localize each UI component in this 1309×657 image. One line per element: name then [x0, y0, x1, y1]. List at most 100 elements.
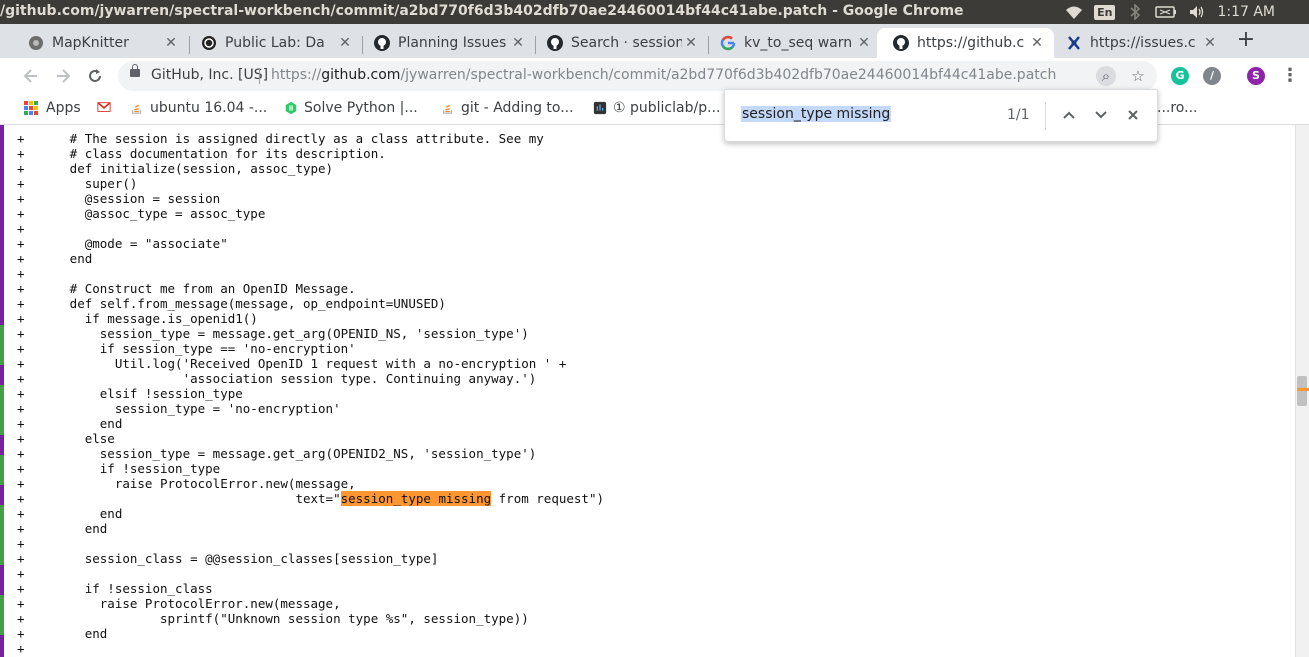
find-previous-button[interactable] — [1058, 104, 1080, 126]
bookmark-ubuntu[interactable]: ubuntu 16.04 -... — [130, 100, 267, 116]
github-icon — [893, 35, 909, 51]
code-line: + elsif !session_type — [17, 386, 243, 401]
bookmark-star-icon[interactable]: ☆ — [1128, 66, 1148, 86]
battery-icon[interactable] — [1155, 4, 1177, 20]
tab-publiclab[interactable]: Public Lab: Da ✕ — [185, 28, 362, 58]
bookmark-solve-python[interactable]: Solve Python |... — [284, 100, 418, 116]
tab-search-session[interactable]: Search · session ✕ — [531, 28, 708, 58]
code-line: + session_class = @@session_classes[sess… — [17, 551, 439, 566]
code-line: + @session = session — [17, 191, 221, 206]
arrow-right-icon — [57, 69, 71, 83]
volume-icon[interactable] — [1188, 4, 1206, 20]
left-window-edge — [0, 125, 4, 657]
code-line: + # The session is assigned directly as … — [17, 131, 544, 146]
code-line: + end — [17, 626, 108, 641]
tab-title: Planning Issues — [398, 35, 507, 51]
code-line: + — [17, 266, 25, 281]
bookmark-app-icon — [593, 101, 607, 115]
chevron-down-icon — [1095, 111, 1107, 119]
find-bar: session_type missing 1/1 — [724, 89, 1158, 142]
code-line: + # class documentation for its descript… — [17, 146, 386, 161]
grammarly-extension-icon[interactable]: G — [1171, 67, 1189, 85]
tab-github-patch[interactable]: https://github.c ✕ — [877, 28, 1054, 58]
bluetooth-icon[interactable] — [1126, 4, 1144, 20]
code-line: + def self.from_message(message, op_endp… — [17, 296, 446, 311]
google-icon — [720, 35, 736, 51]
reload-icon — [89, 69, 101, 82]
code-line: + text="session_type missing from reques… — [17, 491, 605, 506]
code-line: + end — [17, 416, 123, 431]
code-line: + if session_type == 'no-encryption' — [17, 341, 356, 356]
url-path: /jywarren/spectral-workbench/commit/a2bd… — [400, 67, 1057, 83]
find-match-highlight: session_type missing — [340, 491, 492, 506]
patch-content: + # The session is assigned directly as … — [0, 125, 1295, 657]
tab-title: MapKnitter — [52, 35, 129, 51]
site-identity[interactable]: GitHub, Inc. [US] — [151, 67, 268, 83]
find-next-button[interactable] — [1090, 104, 1112, 126]
tab-title: kv_to_seq warn — [744, 35, 853, 51]
window-title: /github.com/jywarren/spectral-workbench/… — [0, 3, 964, 19]
forward-button[interactable] — [51, 64, 75, 88]
tab-title: Search · session — [571, 35, 682, 51]
code-line: + if !session_type — [17, 461, 221, 476]
code-line: + end — [17, 251, 93, 266]
profile-avatar[interactable]: S — [1247, 67, 1265, 85]
scrollbar-thumb[interactable] — [1297, 376, 1307, 406]
reload-button[interactable] — [83, 64, 107, 88]
bookmark-gmail[interactable] — [97, 100, 117, 114]
tab-planning-issues[interactable]: Planning Issues ✕ — [358, 28, 535, 58]
close-icon[interactable]: ✕ — [855, 35, 873, 51]
new-tab-button[interactable]: + — [1234, 28, 1258, 52]
tab-issues[interactable]: https://issues.c ✕ — [1050, 28, 1227, 58]
close-icon[interactable]: ✕ — [509, 35, 527, 51]
code-line: + Util.log('Received OpenID 1 request wi… — [17, 356, 567, 371]
apps-grid-icon — [24, 101, 38, 115]
code-line: + — [17, 536, 25, 551]
lock-icon[interactable] — [130, 64, 140, 77]
url-scheme: https:// — [271, 67, 322, 83]
tab-mapknitter[interactable]: MapKnitter ✕ — [12, 28, 188, 58]
keyboard-layout-indicator[interactable]: En — [1094, 4, 1116, 20]
code-line: + end — [17, 506, 123, 521]
code-line: + — [17, 566, 25, 581]
find-separator — [1045, 102, 1046, 130]
find-match-marker — [1297, 388, 1309, 391]
stackoverflow-icon — [442, 104, 453, 114]
tab-title: https://github.c — [917, 35, 1025, 51]
back-button[interactable] — [19, 64, 43, 88]
bookmark-git-adding[interactable]: git - Adding to... — [441, 100, 574, 116]
stackoverflow-icon — [131, 104, 142, 114]
wifi-icon[interactable] — [1065, 4, 1083, 20]
code-line: + sprintf("Unknown session type %s", ses… — [17, 611, 529, 626]
code-line: + raise ProtocolError.new(message, — [17, 476, 356, 491]
bookmark-label: ...ro... — [1157, 100, 1198, 116]
code-line: + end — [17, 521, 108, 536]
patch-code: + # The session is assigned directly as … — [17, 131, 604, 656]
clock[interactable]: 1:17 AM — [1217, 4, 1275, 20]
code-line: + if message.is_openid1() — [17, 311, 258, 326]
system-tray: En 1:17 AM — [1065, 0, 1309, 24]
close-icon[interactable]: ✕ — [162, 35, 180, 51]
code-line: + raise ProtocolError.new(message, — [17, 596, 341, 611]
bookmark-publiclab[interactable]: ① publiclab/p... — [593, 100, 720, 116]
code-line: + super() — [17, 176, 138, 191]
bookmark-label: Solve Python |... — [304, 100, 418, 116]
more-menu-icon[interactable]: ⋮ — [1281, 65, 1299, 87]
bookmark-apps[interactable]: Apps — [24, 100, 81, 116]
os-top-panel: /github.com/jywarren/spectral-workbench/… — [0, 0, 1309, 24]
close-icon[interactable]: ✕ — [1201, 35, 1219, 51]
close-icon — [1128, 110, 1138, 120]
close-icon[interactable]: ✕ — [682, 35, 700, 51]
find-close-button[interactable] — [1122, 104, 1144, 126]
address-bar[interactable]: GitHub, Inc. [US] https://github.com/jyw… — [118, 61, 1157, 91]
tab-kv-to-seq[interactable]: kv_to_seq warn ✕ — [704, 28, 881, 58]
url-text[interactable]: https://github.com/jywarren/spectral-wor… — [271, 67, 1056, 83]
find-input[interactable]: session_type missing — [741, 106, 892, 122]
code-line: + 'association session type. Continuing … — [17, 371, 537, 386]
find-in-page-icon[interactable]: ⌕ — [1096, 66, 1116, 86]
close-icon[interactable]: ✕ — [336, 35, 354, 51]
close-icon[interactable]: ✕ — [1028, 35, 1046, 51]
extension-icon[interactable]: / — [1203, 67, 1221, 85]
code-line: + — [17, 641, 25, 656]
bookmark-overflow[interactable]: ...ro... — [1157, 100, 1197, 116]
